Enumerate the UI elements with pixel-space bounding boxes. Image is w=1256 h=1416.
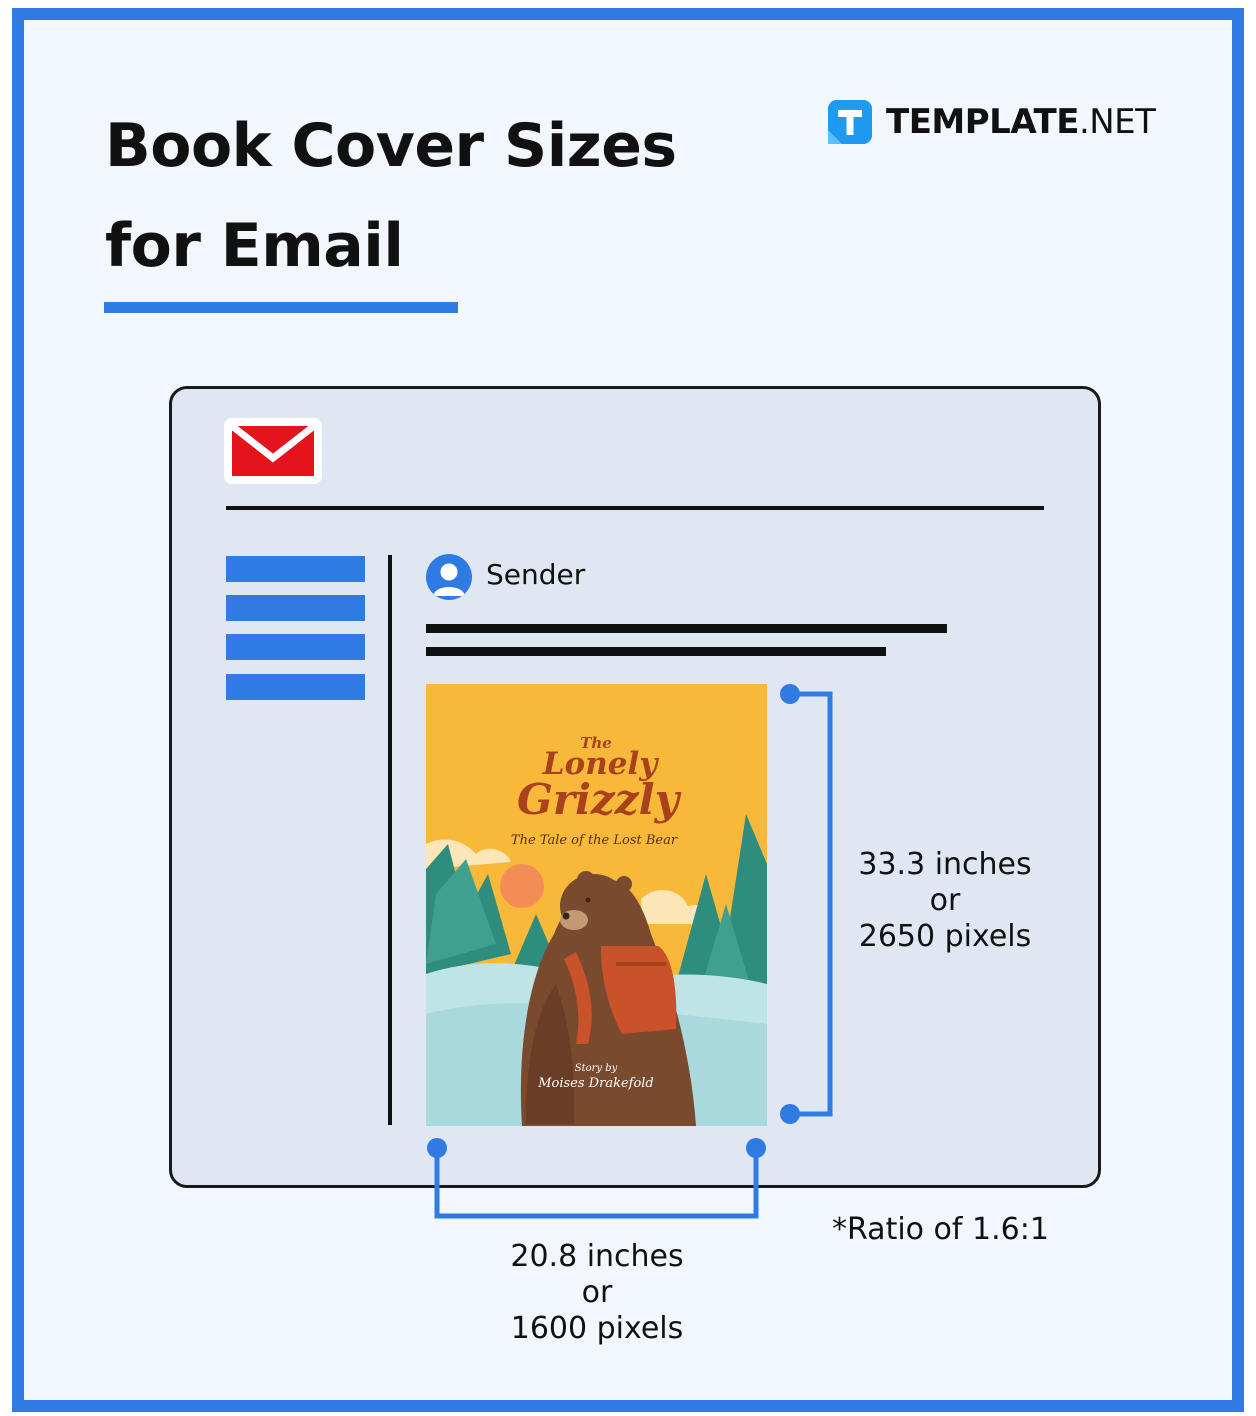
height-bracket (790, 691, 833, 1117)
ratio-note: *Ratio of 1.6:1 (832, 1212, 1049, 1247)
width-bracket-right-dot (746, 1138, 766, 1158)
height-or: or (929, 883, 961, 918)
height-bracket-top-dot (780, 684, 800, 704)
width-measurement: 20.8 inches or 1600 pixels (492, 1239, 702, 1347)
width-bracket-left-dot (427, 1138, 447, 1158)
width-bracket (434, 1148, 759, 1219)
dimension-brackets (427, 684, 833, 1219)
width-pixels: 1600 pixels (510, 1311, 684, 1346)
height-pixels: 2650 pixels (858, 919, 1032, 954)
width-or: or (581, 1275, 613, 1310)
width-inches: 20.8 inches (510, 1239, 684, 1274)
height-bracket-bottom-dot (780, 1104, 800, 1124)
height-inches: 33.3 inches (858, 847, 1032, 882)
height-measurement: 33.3 inches or 2650 pixels (840, 847, 1050, 955)
